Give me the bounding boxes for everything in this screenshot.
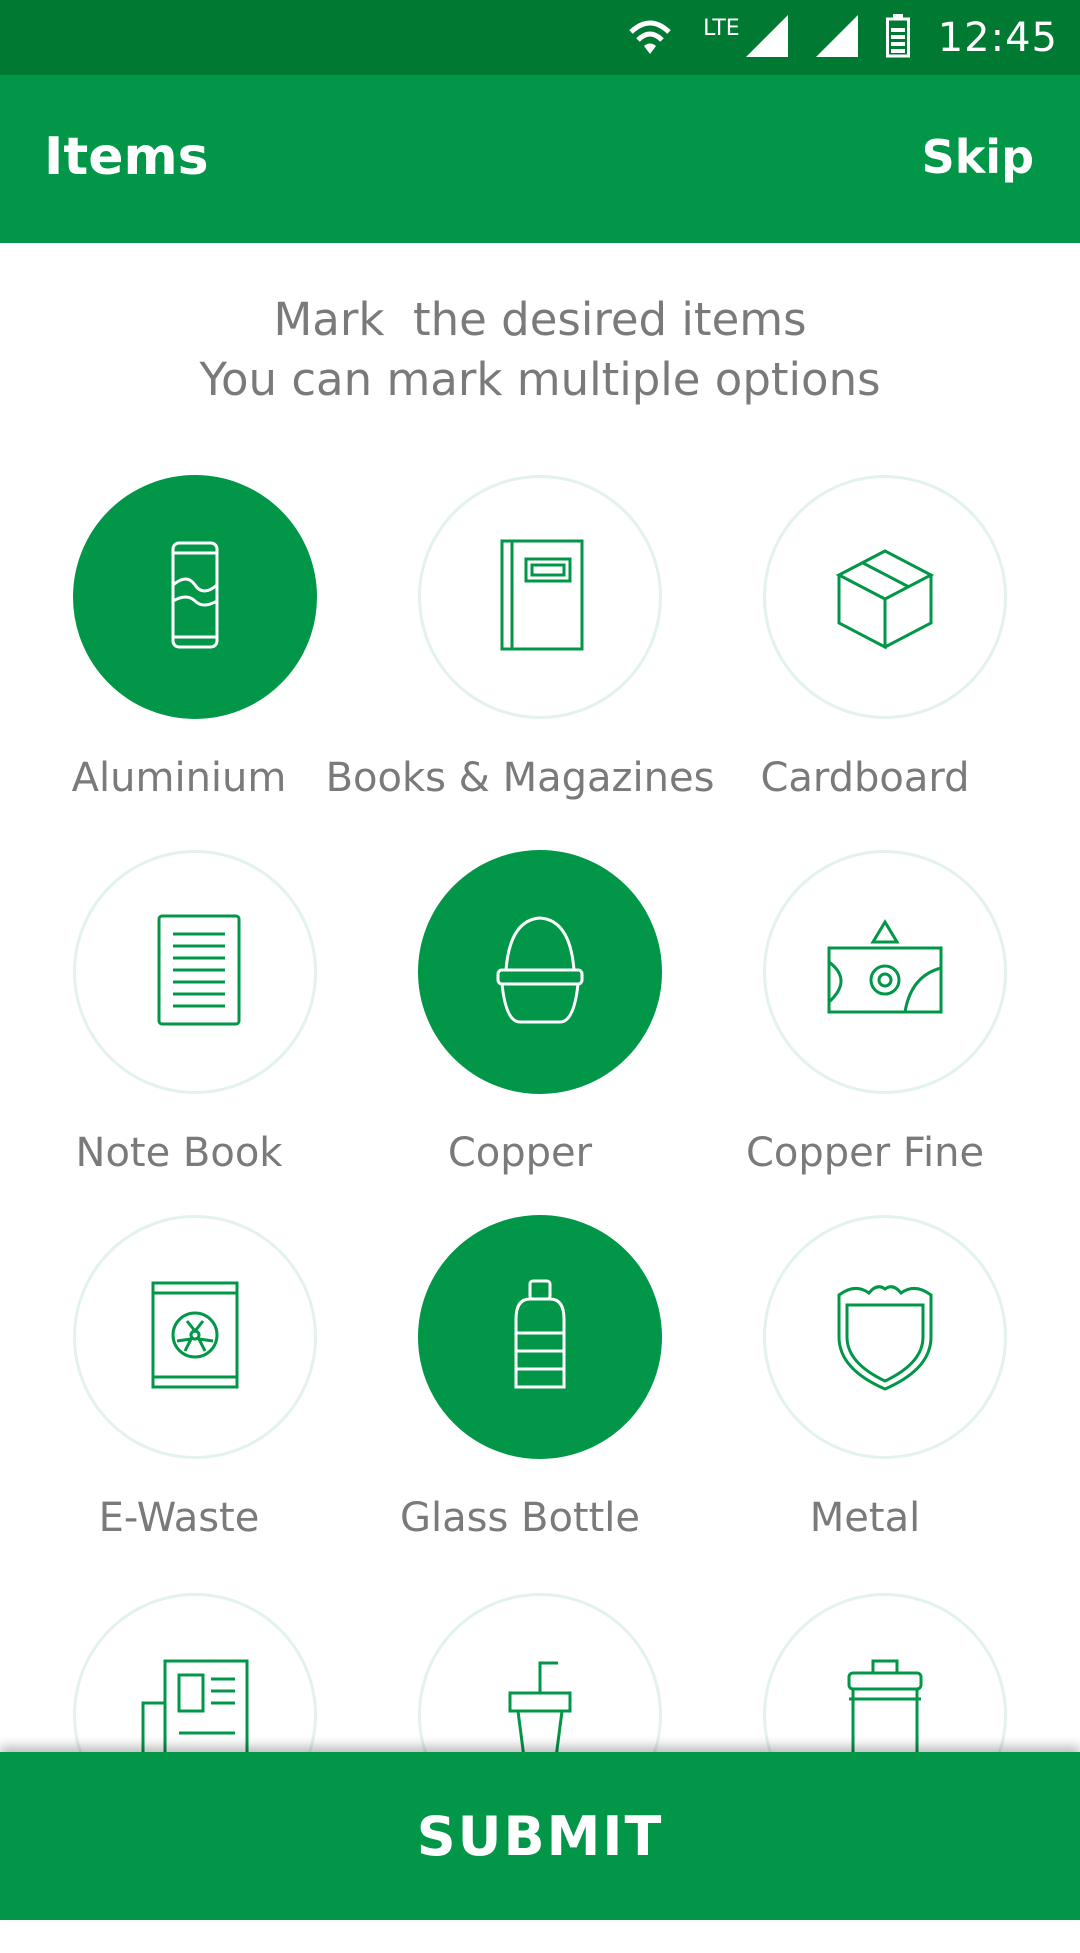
item-copper-fine[interactable]: Copper Fine	[690, 850, 1050, 1210]
item-label: Cardboard	[760, 755, 970, 801]
item-circle[interactable]	[763, 475, 1007, 719]
submit-button[interactable]: SUBMIT	[0, 1752, 1080, 1920]
item-circle[interactable]	[763, 850, 1007, 1094]
instructions: Mark the desired items You can mark mult…	[0, 290, 1080, 410]
item-circle[interactable]	[763, 1215, 1007, 1459]
instruction-line-1: Mark the desired items	[273, 293, 807, 346]
item-label: Glass Bottle	[399, 1495, 641, 1541]
item-metal[interactable]: Metal	[690, 1215, 1050, 1575]
item-note-book[interactable]: Note Book	[0, 850, 360, 1210]
item-label: Copper Fine	[745, 1130, 985, 1176]
item-label: Note Book	[75, 1130, 283, 1176]
item-label: E-Waste	[98, 1495, 260, 1541]
item-cardboard[interactable]: Cardboard	[690, 475, 1050, 835]
copper-icon	[480, 910, 600, 1034]
glass-bottle-icon	[480, 1275, 600, 1399]
item-label: Metal	[809, 1495, 921, 1541]
wifi-icon	[625, 16, 675, 60]
item-label: Aluminium	[71, 755, 287, 801]
notebook-icon	[135, 910, 255, 1034]
item-circle[interactable]	[418, 850, 662, 1094]
item-circle[interactable]	[73, 1215, 317, 1459]
item-aluminium[interactable]: Aluminium	[0, 475, 360, 835]
item-circle[interactable]	[418, 475, 662, 719]
page-title: Items	[44, 127, 209, 187]
status-icons: LTE 12:45	[625, 0, 1058, 75]
skip-button[interactable]: Skip	[922, 130, 1034, 184]
submit-label: SUBMIT	[416, 1804, 664, 1868]
item-circle[interactable]	[73, 850, 317, 1094]
cardboard-box-icon	[825, 535, 945, 659]
item-books-magazines[interactable]: Books & Magazines	[326, 475, 714, 835]
battery-icon	[885, 13, 910, 62]
app-bar: Items Skip	[0, 75, 1080, 243]
item-copper[interactable]: Copper	[345, 850, 705, 1210]
item-circle[interactable]	[418, 1215, 662, 1459]
status-bar: LTE 12:45	[0, 0, 1080, 75]
e-waste-icon	[135, 1275, 255, 1399]
item-label: Books & Magazines	[325, 755, 715, 801]
book-icon	[480, 535, 600, 659]
copper-fine-icon	[825, 910, 945, 1034]
item-glass-bottle[interactable]: Glass Bottle	[345, 1215, 705, 1575]
metal-shield-icon	[825, 1275, 945, 1399]
signal-icon	[745, 14, 788, 61]
signal-icon-secondary	[815, 14, 858, 61]
item-e-waste[interactable]: E-Waste	[0, 1215, 360, 1575]
network-type-label: LTE	[703, 16, 740, 41]
item-circle[interactable]	[73, 475, 317, 719]
clock: 12:45	[937, 14, 1058, 61]
aluminium-can-icon	[135, 535, 255, 659]
item-label: Copper	[447, 1130, 593, 1176]
instruction-line-2: You can mark multiple options	[199, 353, 881, 406]
